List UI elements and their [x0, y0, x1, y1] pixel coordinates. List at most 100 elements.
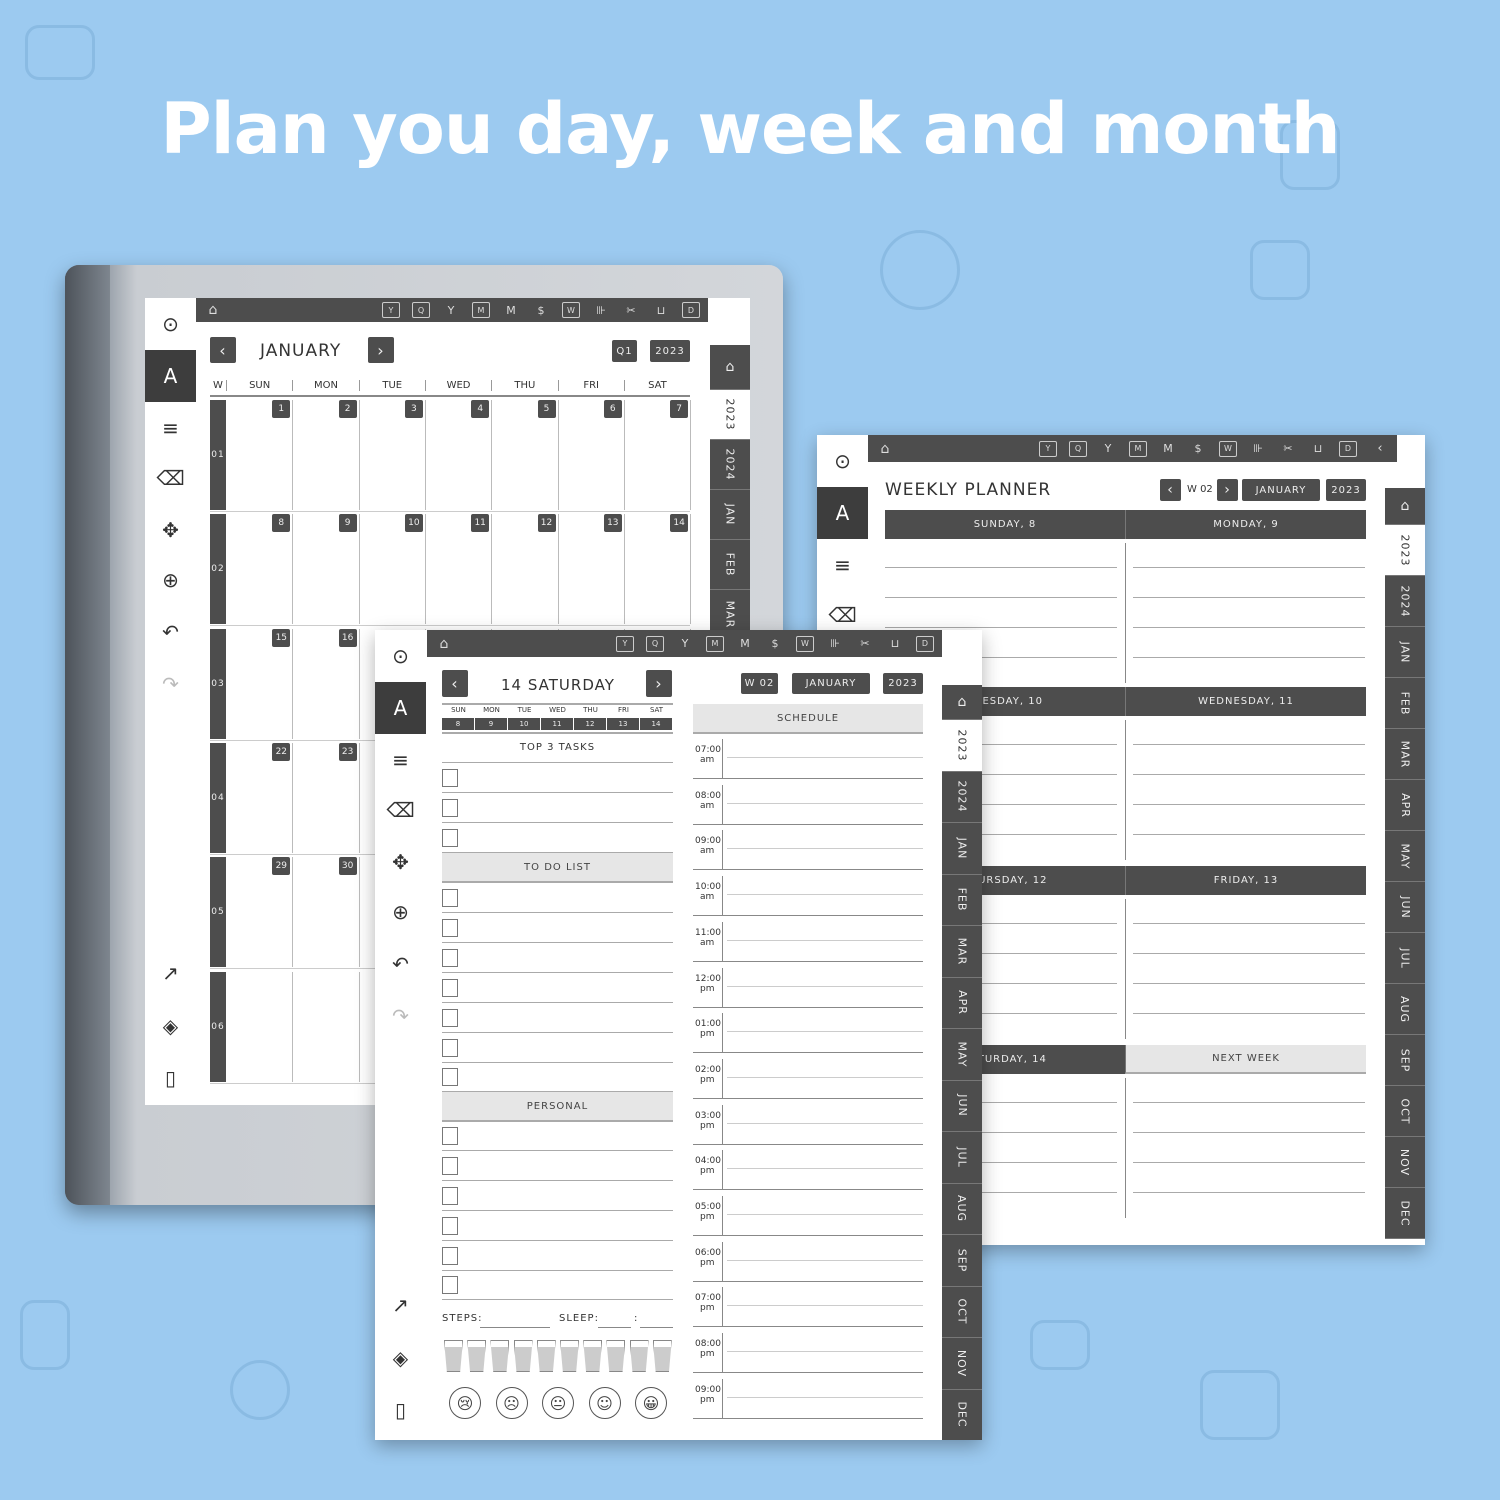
task-line[interactable] — [442, 1270, 673, 1271]
task-line[interactable] — [442, 1210, 673, 1211]
tab-aug[interactable]: AUG — [942, 1183, 982, 1235]
task-line[interactable] — [442, 822, 673, 823]
tab-2023[interactable]: 2023 — [1385, 525, 1425, 576]
half-hour-line[interactable] — [727, 1259, 923, 1261]
checkbox[interactable] — [442, 769, 458, 787]
mood-neutral-icon[interactable]: 😐 — [542, 1387, 574, 1419]
hour-line[interactable] — [693, 1417, 923, 1419]
day-header-8[interactable]: NEXT WEEK — [1125, 1045, 1366, 1074]
shopping-icon[interactable]: ⊔ — [886, 636, 904, 652]
undo-icon[interactable]: ↶ — [145, 612, 196, 652]
water-glass-icon[interactable] — [536, 1340, 556, 1372]
water-glass-icon[interactable] — [467, 1340, 487, 1372]
move-icon[interactable]: ✥ — [145, 510, 196, 550]
water-glass-icon[interactable] — [606, 1340, 626, 1372]
week-icon[interactable]: W — [796, 635, 814, 652]
undo-icon[interactable]: ↶ — [375, 944, 426, 984]
tab-jan[interactable]: JAN — [942, 823, 982, 875]
half-hour-line[interactable] — [727, 1122, 923, 1124]
half-hour-line[interactable] — [727, 1076, 923, 1078]
home-icon[interactable]: ⌂ — [435, 636, 453, 652]
hour-line[interactable] — [693, 1235, 923, 1236]
steps-input[interactable] — [480, 1327, 550, 1328]
eraser-icon[interactable]: ⌫ — [817, 595, 868, 635]
writing-line[interactable] — [885, 597, 1117, 598]
mini-date-14[interactable]: 14 — [640, 718, 672, 730]
date-badge[interactable]: 3 — [404, 400, 423, 418]
hour-line[interactable] — [693, 778, 923, 779]
task-line[interactable] — [442, 1150, 673, 1151]
task-line[interactable] — [442, 942, 673, 943]
redo-icon[interactable]: ↷ — [375, 996, 426, 1036]
checkbox[interactable] — [442, 979, 458, 997]
task-line[interactable] — [442, 792, 673, 793]
tab-apr[interactable]: APR — [942, 977, 982, 1029]
monthly-goals-icon[interactable]: M — [1159, 441, 1177, 457]
date-badge[interactable]: 2 — [338, 400, 357, 418]
week-button[interactable]: W 02 — [741, 673, 778, 694]
writing-line[interactable] — [1133, 627, 1365, 628]
date-badge[interactable]: 23 — [338, 742, 357, 761]
day-header-6[interactable]: FRIDAY, 13 — [1125, 866, 1366, 895]
checkbox[interactable] — [442, 889, 458, 907]
checkbox[interactable] — [442, 1127, 458, 1145]
record-icon[interactable]: ⊙ — [375, 636, 426, 676]
tab-dec[interactable]: DEC — [942, 1389, 982, 1440]
date-badge[interactable]: 12 — [537, 514, 556, 533]
finance-icon[interactable]: $ — [766, 636, 784, 652]
task-line[interactable] — [442, 1062, 673, 1063]
finance-icon[interactable]: $ — [1189, 441, 1207, 457]
tab-2024[interactable]: 2024 — [942, 771, 982, 823]
year-button[interactable]: 2023 — [650, 340, 690, 362]
fitness-icon[interactable]: ⊪ — [826, 636, 844, 652]
tab-home-icon[interactable]: ⌂ — [710, 345, 750, 390]
writing-line[interactable] — [885, 627, 1117, 628]
eraser-icon[interactable]: ⌫ — [375, 790, 426, 830]
week-number[interactable]: 02 — [210, 514, 226, 625]
writing-line[interactable] — [1133, 1132, 1365, 1133]
task-line[interactable] — [442, 912, 673, 913]
home-icon[interactable]: ⌂ — [876, 441, 894, 457]
tab-mar[interactable]: MAR — [1385, 729, 1425, 780]
next-week-button[interactable]: › — [1217, 479, 1238, 501]
writing-line[interactable] — [1133, 1102, 1365, 1103]
tab-jan[interactable]: JAN — [1385, 627, 1425, 678]
water-glass-icon[interactable] — [629, 1340, 649, 1372]
tools-icon[interactable]: ✂ — [1279, 441, 1297, 457]
task-line[interactable] — [442, 1180, 673, 1181]
tab-2023[interactable]: 2023 — [710, 390, 750, 440]
water-glass-icon[interactable] — [652, 1340, 672, 1372]
task-line[interactable] — [442, 1032, 673, 1033]
zoom-icon[interactable]: ⊕ — [145, 560, 196, 600]
hour-line[interactable] — [693, 960, 923, 962]
move-icon[interactable]: ✥ — [375, 842, 426, 882]
checkbox[interactable] — [442, 799, 458, 817]
date-badge[interactable]: 22 — [272, 742, 291, 761]
export-icon[interactable]: ↗ — [375, 1285, 426, 1325]
writing-line[interactable] — [1133, 834, 1365, 835]
month-icon[interactable]: M — [472, 302, 490, 318]
date-badge[interactable]: 16 — [338, 628, 357, 647]
mini-date-10[interactable]: 10 — [508, 718, 540, 730]
tab-jun[interactable]: JUN — [1385, 882, 1425, 933]
pen-icon[interactable]: A — [145, 350, 196, 402]
tab-may[interactable]: MAY — [1385, 831, 1425, 882]
date-badge[interactable]: 8 — [272, 514, 291, 533]
shopping-icon[interactable]: ⊔ — [652, 302, 670, 318]
goals-icon[interactable]: Y — [442, 302, 460, 318]
writing-line[interactable] — [1133, 657, 1365, 658]
day-header-4[interactable]: WEDNESDAY, 11 — [1125, 687, 1366, 716]
water-glass-icon[interactable] — [490, 1340, 510, 1372]
week-number[interactable]: 06 — [210, 971, 226, 1082]
layers-icon[interactable]: ◈ — [145, 1006, 196, 1046]
task-line[interactable] — [442, 1240, 673, 1241]
writing-line[interactable] — [1133, 774, 1365, 775]
month-icon[interactable]: M — [1129, 440, 1147, 457]
tab-may[interactable]: MAY — [942, 1029, 982, 1081]
checkbox[interactable] — [442, 919, 458, 937]
week-icon[interactable]: W — [562, 302, 580, 318]
water-glass-icon[interactable] — [444, 1340, 463, 1372]
half-hour-line[interactable] — [727, 1214, 923, 1215]
task-line[interactable] — [442, 1299, 673, 1300]
tab-feb[interactable]: FEB — [942, 874, 982, 926]
